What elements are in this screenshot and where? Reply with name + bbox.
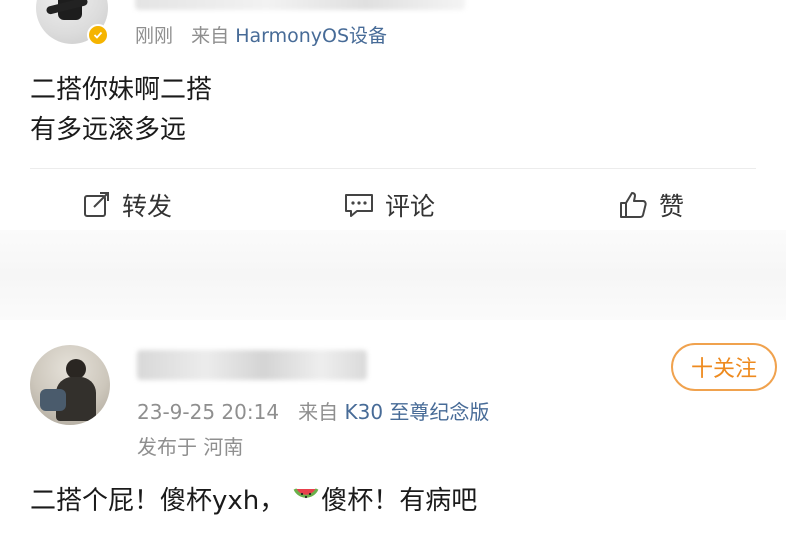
thumbs-up-icon — [620, 192, 647, 218]
like-label: 赞 — [659, 192, 685, 221]
post-content-line: 二搭你妹啊二搭 — [30, 75, 213, 105]
comment-source-prefix: 来自 — [298, 400, 339, 424]
section-separator — [0, 230, 786, 320]
source-device[interactable]: HarmonyOS设备 — [235, 25, 387, 47]
avatar-person-bag — [40, 389, 66, 411]
comment-icon — [345, 194, 373, 217]
post-time: 刚刚 — [135, 25, 174, 47]
comment-meta: 23-9-25 20:14 来自 K30 至尊纪念版 — [137, 396, 489, 425]
post: 刚刚 来自 HarmonyOS设备 二搭你妹啊二搭 有多远滚多远 转发 评论 赞 — [0, 0, 786, 230]
like-button[interactable]: 赞 — [617, 187, 684, 223]
repost-icon — [84, 192, 109, 217]
post-content: 二搭你妹啊二搭 有多远滚多远 — [30, 70, 212, 150]
post-meta: 刚刚 来自 HarmonyOS设备 — [135, 21, 387, 48]
commenter-name-redacted[interactable] — [137, 350, 367, 380]
comment-text-before: 二搭个屁！傻杯yxh， — [30, 486, 286, 516]
comment-timestamp: 23-9-25 20:14 — [137, 400, 280, 424]
comment-source-device[interactable]: K30 至尊纪念版 — [345, 400, 490, 424]
comment-label: 评论 — [385, 192, 436, 221]
avatar-person-head — [66, 359, 86, 379]
watermelon-icon — [293, 484, 319, 514]
divider — [30, 168, 756, 169]
source-prefix: 来自 — [191, 25, 230, 47]
repost-label: 转发 — [122, 192, 173, 221]
repost-button[interactable]: 转发 — [82, 187, 172, 223]
username-redacted[interactable] — [135, 0, 465, 10]
comment-button[interactable]: 评论 — [343, 187, 435, 223]
comment-location: 发布于 河南 — [137, 435, 244, 459]
post-content-line: 有多远滚多远 — [30, 115, 187, 145]
follow-button[interactable]: 十关注 — [671, 343, 777, 391]
commenter-avatar[interactable] — [30, 345, 110, 425]
comment-text-after: 傻杯！有病吧 — [321, 486, 478, 516]
comment-content: 二搭个屁！傻杯yxh， 傻杯！有病吧 — [30, 480, 477, 517]
verified-badge-icon — [87, 24, 109, 46]
